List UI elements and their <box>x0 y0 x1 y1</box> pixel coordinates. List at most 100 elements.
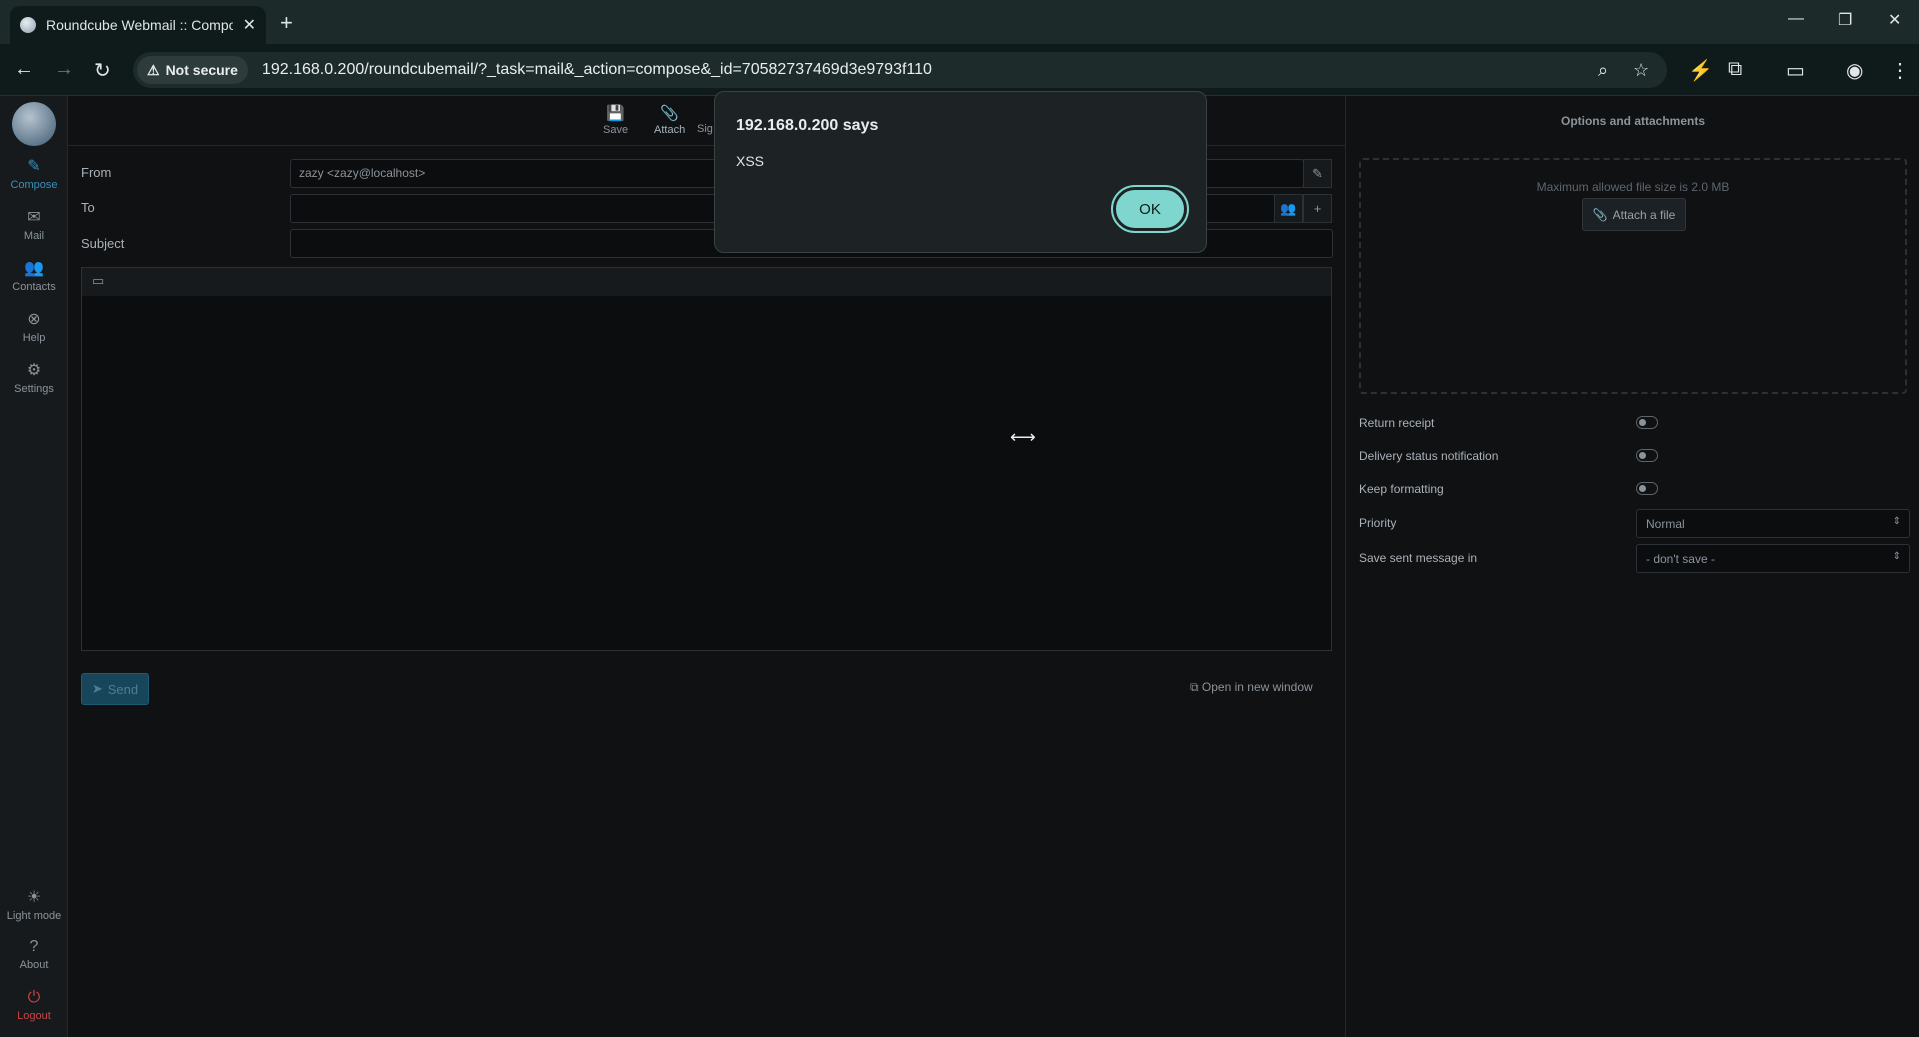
floppy-icon: 💾 <box>606 105 625 122</box>
alert-dialog: 192.168.0.200 says XSS OK <box>714 91 1207 253</box>
sun-icon: ☀ <box>26 889 42 906</box>
sidebar-item-contacts[interactable]: 👥 Contacts <box>0 258 68 293</box>
dialog-title: 192.168.0.200 says <box>736 117 879 134</box>
back-icon[interactable]: ← <box>14 58 34 81</box>
return-receipt-toggle[interactable] <box>1636 416 1658 429</box>
reload-icon[interactable]: ↻ <box>94 58 111 83</box>
keep-formatting-label: Keep formatting <box>1359 482 1444 496</box>
address-bar[interactable]: ⚠ Not secure 192.168.0.200/roundcubemail… <box>133 52 1667 88</box>
new-tab-button[interactable]: + <box>280 10 293 36</box>
attach-file-label: Attach a file <box>1612 207 1676 222</box>
save-sent-label: Save sent message in <box>1359 551 1478 565</box>
zoom-icon[interactable]: ⌕ <box>1598 60 1608 81</box>
signature-label: Sig <box>697 123 713 135</box>
edit-identity-icon[interactable]: ✎ <box>1303 159 1332 188</box>
profile-icon[interactable]: ◉ <box>1846 58 1863 83</box>
sidebar-item-label: Contacts <box>12 281 56 293</box>
sidebar-item-help[interactable]: ⊗ Help <box>0 309 68 344</box>
priority-label: Priority <box>1359 516 1397 530</box>
paper-plane-icon: ➤ <box>91 681 103 696</box>
save-sent-value: - don't save - <box>1646 552 1715 566</box>
sidebar-item-label: About <box>19 959 49 971</box>
sidebar-item-compose[interactable]: ✎ Compose <box>0 156 68 191</box>
menu-kebab-icon[interactable]: ⋮ <box>1890 58 1910 83</box>
keep-formatting-toggle[interactable] <box>1636 482 1658 495</box>
forward-icon[interactable]: → <box>54 58 74 81</box>
message-body-editor[interactable] <box>81 296 1332 651</box>
signature-icon <box>697 104 713 121</box>
extensions-puzzle-icon[interactable]: ⧉ <box>1728 58 1742 81</box>
add-header-icon[interactable]: + <box>1303 194 1332 223</box>
paperclip-icon: 📎 <box>1592 207 1608 222</box>
delivery-status-label: Delivery status notification <box>1359 449 1499 463</box>
close-tab-icon[interactable]: ✕ <box>243 15 256 35</box>
extension-flash-icon[interactable]: ⚡ <box>1688 58 1713 83</box>
save-sent-select[interactable]: - don't save - ⇕ <box>1636 544 1910 573</box>
editor-toolbar: ▭ <box>81 267 1332 297</box>
resize-cursor-icon: ⟷ <box>1010 427 1036 447</box>
browser-tab[interactable]: Roundcube Webmail :: Compose ✕ <box>10 6 266 44</box>
from-label: From <box>81 165 112 180</box>
restore-icon[interactable]: ❐ <box>1838 10 1852 30</box>
sidebar-item-label: Help <box>22 332 46 344</box>
sidebar-item-light-mode[interactable]: ☀ Light mode <box>0 887 68 922</box>
options-panel: Options and attachments Maximum allowed … <box>1345 96 1919 1037</box>
send-label: Send <box>107 681 139 697</box>
sidebar-item-settings[interactable]: ⚙ Settings <box>0 360 68 395</box>
sidebar-item-label: Mail <box>23 230 45 242</box>
pencil-icon: ✎ <box>27 158 41 175</box>
lifebuoy-icon: ⊗ <box>27 311 41 328</box>
users-icon: 👥 <box>24 260 44 277</box>
sidebar-item-mail[interactable]: ✉ Mail <box>0 207 68 242</box>
select-caret-icon: ⇕ <box>1892 551 1901 562</box>
image-icon[interactable]: ▭ <box>92 273 104 289</box>
return-receipt-label: Return receipt <box>1359 416 1435 430</box>
attach-file-button[interactable]: 📎 Attach a file <box>1582 198 1686 231</box>
envelope-icon: ✉ <box>27 209 41 226</box>
sidebar-item-label: Compose <box>10 179 58 191</box>
open-new-window-label: Open in new window <box>1201 680 1313 694</box>
attachment-dropzone[interactable]: Maximum allowed file size is 2.0 MB 📎 At… <box>1359 158 1907 394</box>
security-chip-label: Not secure <box>165 62 238 78</box>
sidebar-item-label: Light mode <box>6 910 62 922</box>
attach-label: Attach <box>654 124 686 136</box>
priority-select[interactable]: Normal ⇕ <box>1636 509 1910 538</box>
security-chip[interactable]: ⚠ Not secure <box>137 56 248 84</box>
gear-icon: ⚙ <box>26 362 42 379</box>
external-window-icon: ⧉ <box>1190 680 1199 694</box>
question-icon: ? <box>29 938 39 955</box>
tab-title: Roundcube Webmail :: Compose <box>46 17 233 33</box>
power-icon: ⏻ <box>27 989 41 1006</box>
priority-value: Normal <box>1646 517 1685 531</box>
address-book-icon[interactable]: 👥 <box>1274 194 1303 223</box>
attach-button[interactable]: 📎 Attach <box>654 104 685 136</box>
tab-search-icon[interactable]: ▭ <box>1786 58 1805 83</box>
save-label: Save <box>603 124 629 136</box>
sidebar-item-label: Settings <box>14 383 54 395</box>
sidebar-item-logout[interactable]: ⏻ Logout <box>0 989 68 1022</box>
subject-label: Subject <box>81 236 125 251</box>
delivery-status-toggle[interactable] <box>1636 449 1658 462</box>
bookmark-star-icon[interactable]: ☆ <box>1633 60 1649 81</box>
roundcube-logo[interactable] <box>12 102 56 146</box>
open-in-new-window-link[interactable]: ⧉ Open in new window <box>1190 680 1313 695</box>
sidebar-item-label: Logout <box>17 1010 51 1022</box>
browser-tab-strip: Roundcube Webmail :: Compose ✕ + — ❐ ✕ <box>0 0 1919 44</box>
to-label: To <box>81 200 95 215</box>
ok-button[interactable]: OK <box>1111 185 1189 233</box>
save-button[interactable]: 💾 Save <box>603 104 628 136</box>
paperclip-icon: 📎 <box>660 105 679 122</box>
close-window-icon[interactable]: ✕ <box>1888 10 1901 30</box>
signature-button[interactable]: Sig <box>697 104 713 135</box>
dialog-message: XSS <box>736 153 765 169</box>
select-caret-icon: ⇕ <box>1892 516 1901 527</box>
sidebar-item-about[interactable]: ? About <box>0 938 68 971</box>
warning-icon: ⚠ <box>147 61 160 78</box>
url-text[interactable]: 192.168.0.200/roundcubemail/?_task=mail&… <box>262 61 932 79</box>
send-button[interactable]: ➤ Send <box>81 673 149 705</box>
minimize-icon[interactable]: — <box>1788 10 1804 28</box>
options-title: Options and attachments <box>1560 114 1706 128</box>
max-file-size-note: Maximum allowed file size is 2.0 MB <box>1536 180 1730 194</box>
roundcube-favicon-icon <box>20 17 36 33</box>
browser-toolbar: ← → ↻ ⚠ Not secure 192.168.0.200/roundcu… <box>0 44 1919 96</box>
